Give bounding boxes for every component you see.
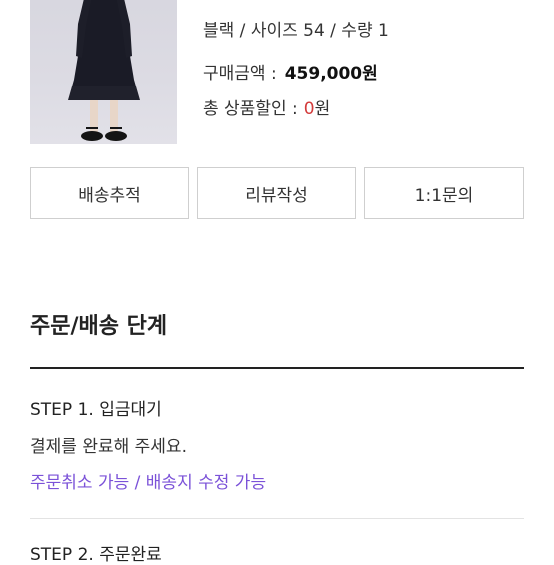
discount-unit: 원 <box>314 99 331 119</box>
discount-label: 총 상품할인 : <box>203 99 298 119</box>
step-divider <box>30 518 524 519</box>
price-value: 459,000원 <box>284 64 378 84</box>
product-image[interactable] <box>30 0 177 144</box>
discount-value: 0 <box>303 99 315 119</box>
link-separator: / <box>134 473 141 493</box>
step1-desc: 결제를 완료해 주세요. <box>30 437 187 457</box>
price-label: 구매금액 : <box>203 64 277 84</box>
step2-title: STEP 2. 주문완료 <box>30 545 162 565</box>
cancel-order-link[interactable]: 주문취소 가능 <box>30 473 129 493</box>
section-divider <box>30 367 524 369</box>
discount-row: 총 상품할인 :0원 <box>203 94 330 119</box>
step1-title: STEP 1. 입금대기 <box>30 400 162 420</box>
price-row: 구매금액 : 459,000원 <box>203 59 378 84</box>
delivery-tracking-button[interactable]: 배송추적 <box>30 167 189 219</box>
write-review-button[interactable]: 리뷰작성 <box>197 167 356 219</box>
order-steps-title: 주문/배송 단계 <box>30 314 168 339</box>
step1-actions: 주문취소 가능 / 배송지 수정 가능 <box>30 468 266 493</box>
edit-address-link[interactable]: 배송지 수정 가능 <box>146 473 266 493</box>
product-option: 블랙 / 사이즈 54 / 수량 1 <box>203 21 389 41</box>
inquiry-button[interactable]: 1:1문의 <box>364 167 524 219</box>
